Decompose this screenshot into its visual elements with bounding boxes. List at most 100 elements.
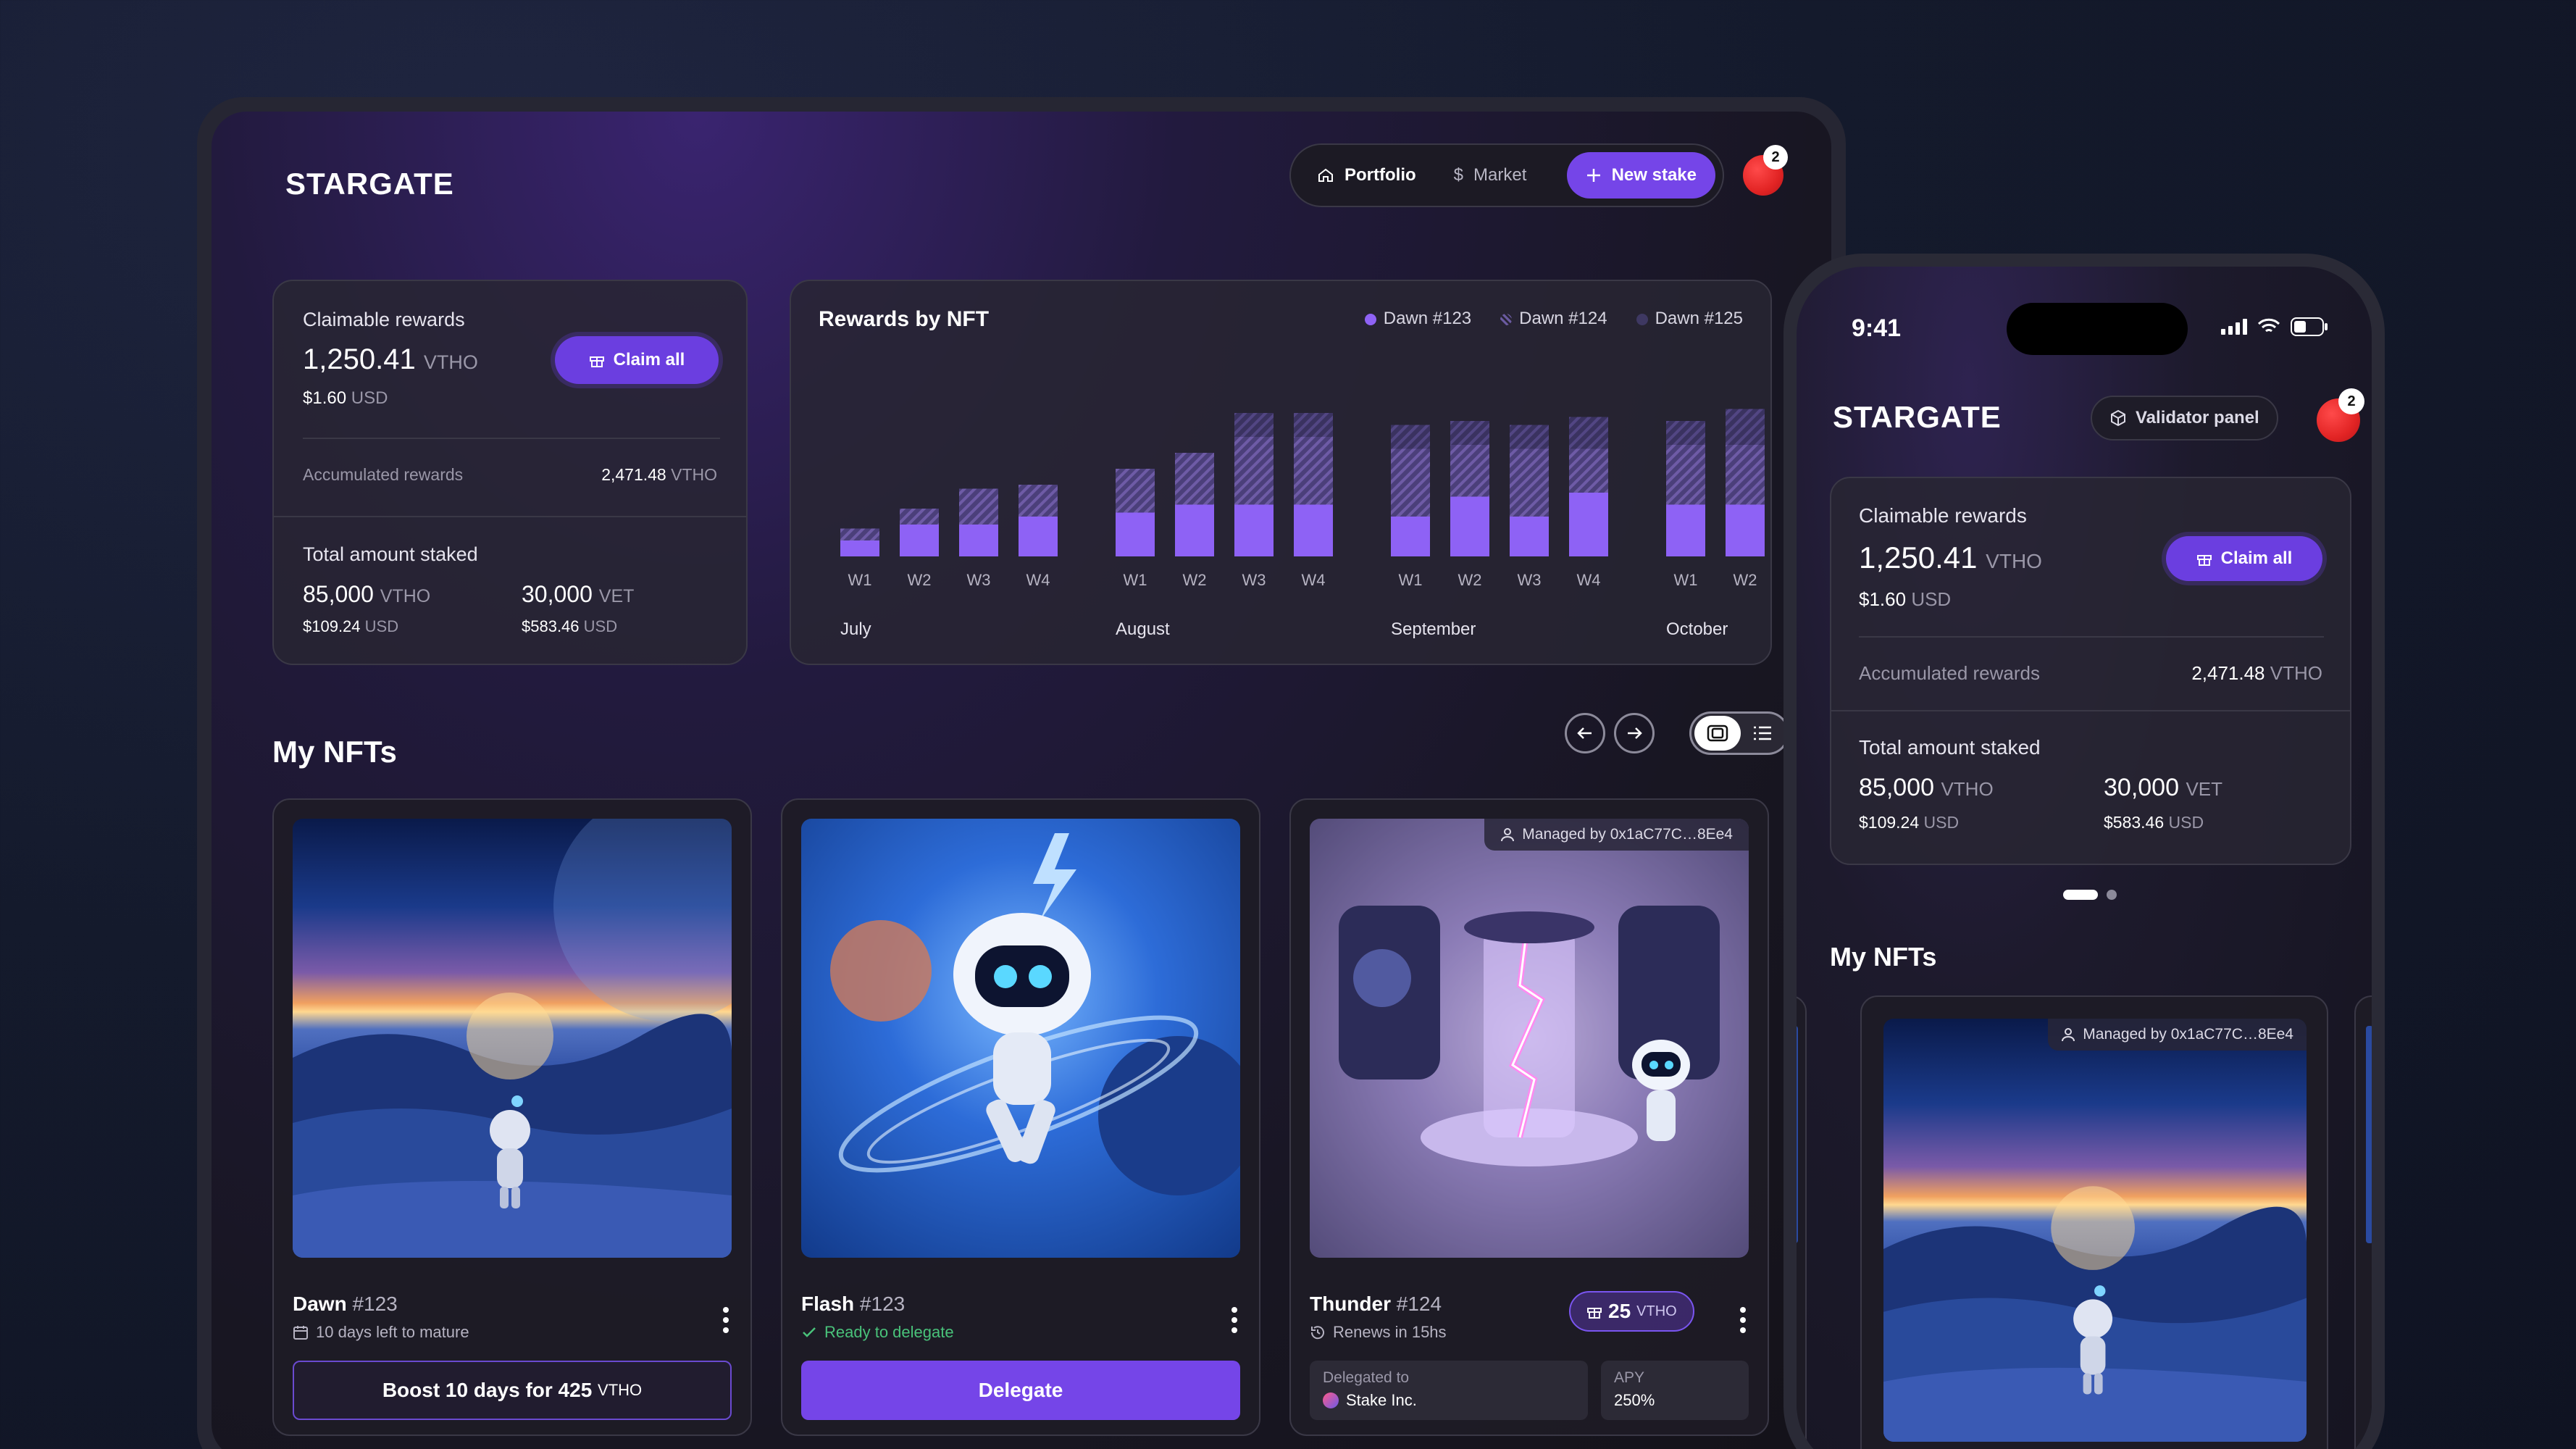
bar-dawn-123-3[interactable] [1019, 517, 1058, 556]
bar-dawn-123-8[interactable] [1391, 517, 1430, 556]
bar-dawn-125-7[interactable] [1294, 413, 1333, 437]
bar-dawn-123-7[interactable] [1294, 504, 1333, 557]
phone-nft-card[interactable]: Managed by 0x1aC77C…8Ee4 [1860, 995, 2328, 1449]
nav-market[interactable]: $ Market [1435, 152, 1546, 199]
bar-dawn-125-11[interactable] [1569, 417, 1608, 449]
list-view-option[interactable] [1741, 716, 1784, 751]
bar-dawn-123-11[interactable] [1569, 493, 1608, 556]
boost-button[interactable]: Boost 10 days for 425 VTHO [293, 1361, 732, 1420]
bar-dawn-124-2[interactable] [959, 488, 998, 525]
logo: STARGATE [1833, 400, 2002, 440]
bar-dawn-124-12[interactable] [1666, 445, 1705, 505]
bar-dawn-124-7[interactable] [1294, 437, 1333, 505]
bar-dawn-124-5[interactable] [1175, 453, 1214, 505]
managed-text: Managed by 0x1aC77C…8Ee4 [2083, 1026, 2293, 1043]
user-icon [1501, 828, 1515, 842]
gift-icon [1587, 1308, 1602, 1319]
delegate-button[interactable]: Delegate [801, 1361, 1240, 1420]
bar-dawn-125-9[interactable] [1450, 421, 1489, 445]
nft-card-flash[interactable]: Flash #123 Ready to delegate Delegate [781, 798, 1260, 1436]
nft-card-thunder[interactable]: Managed by 0x1aC77C…8Ee4 Thunder #124 Re… [1289, 798, 1769, 1436]
my-nfts-title: My NFTs [1830, 942, 1937, 972]
x-tick-label: W2 [1458, 571, 1482, 589]
bar-dawn-125-10[interactable] [1510, 425, 1549, 449]
bar-dawn-123-10[interactable] [1510, 517, 1549, 556]
claimable-usd: $1.60 USD [303, 388, 388, 409]
phone-rewards-card: Claimable rewards 1,250.41 VTHO $1.60 US… [1830, 477, 2351, 865]
staked-vtho: 85,000 VTHO [1859, 774, 1994, 802]
more-menu-button[interactable] [1231, 1307, 1237, 1333]
validator-panel-button[interactable]: Validator panel [2091, 396, 2278, 440]
bar-dawn-124-13[interactable] [1726, 445, 1765, 505]
bar-dawn-123-9[interactable] [1450, 496, 1489, 557]
logo-text: STARGATE [285, 167, 454, 201]
x-tick-label: W4 [1577, 571, 1601, 589]
divider [274, 516, 746, 517]
reward-chip[interactable]: 25 VTHO [1569, 1291, 1694, 1332]
phone-screen: 9:41 STARGATE Validator panel 2 Claimabl… [1797, 267, 2372, 1449]
more-menu-button[interactable] [1740, 1307, 1746, 1333]
bar-dawn-125-13[interactable] [1726, 409, 1765, 446]
nft-status: Renews in 15hs [1310, 1323, 1447, 1342]
bar-dawn-124-11[interactable] [1569, 448, 1608, 493]
x-tick-label: W3 [967, 571, 991, 589]
bar-dawn-123-4[interactable] [1116, 512, 1155, 557]
bar-dawn-124-1[interactable] [900, 509, 939, 525]
phone-nft-card-prev[interactable] [1797, 995, 1807, 1449]
claim-all-label: Claim all [613, 350, 685, 369]
claim-all-button[interactable]: Claim all [2166, 536, 2322, 581]
nav-portfolio[interactable]: Portfolio [1298, 152, 1435, 199]
claimable-amount: 1,250.41 VTHO [303, 343, 478, 376]
bar-dawn-123-1[interactable] [900, 525, 939, 556]
page-indicator [2063, 890, 2117, 900]
bar-dawn-123-5[interactable] [1175, 504, 1214, 557]
plus-icon [1586, 167, 1602, 183]
tablet-frame: STARGATE Portfolio $ Market New stake 2 … [197, 97, 1846, 1449]
dollar-icon: $ [1453, 165, 1464, 185]
boost-label: Boost 10 days for 425 [382, 1379, 593, 1401]
grid-view-option[interactable] [1694, 716, 1741, 751]
more-menu-button[interactable] [723, 1307, 729, 1333]
logo-text: STARGATE [1833, 400, 2002, 434]
bar-dawn-123-0[interactable] [840, 540, 879, 556]
nft-card-dawn[interactable]: Dawn #123 10 days left to mature Boost 1… [272, 798, 752, 1436]
bar-dawn-124-4[interactable] [1116, 469, 1155, 513]
dynamic-island [2007, 303, 2188, 355]
page-dot-active[interactable] [2063, 890, 2098, 900]
new-stake-button[interactable]: New stake [1566, 152, 1715, 199]
claim-all-button[interactable]: Claim all [555, 336, 719, 384]
view-toggle[interactable] [1689, 711, 1789, 755]
next-button[interactable] [1614, 713, 1655, 753]
bar-dawn-124-10[interactable] [1510, 448, 1549, 517]
rewards-chart-card: Rewards by NFT Dawn #123 Dawn #124 Dawn … [790, 280, 1772, 665]
bar-dawn-124-3[interactable] [1019, 485, 1058, 517]
nft-image-thunder: Managed by 0x1aC77C…8Ee4 [1310, 819, 1749, 1258]
nft-number: #124 [1396, 1293, 1442, 1315]
bar-dawn-124-9[interactable] [1450, 445, 1489, 497]
divider [303, 438, 720, 439]
bar-dawn-124-6[interactable] [1234, 437, 1274, 505]
bar-dawn-123-2[interactable] [959, 525, 998, 556]
delegated-label: Delegated to [1323, 1369, 1410, 1386]
month-label: August [1116, 619, 1170, 639]
bar-dawn-124-0[interactable] [840, 528, 879, 541]
gift-icon [2196, 551, 2212, 567]
prev-button[interactable] [1565, 713, 1605, 753]
apy-label: APY [1614, 1369, 1645, 1386]
claimable-amount: 1,250.41 VTHO [1859, 540, 2042, 575]
bar-dawn-123-13[interactable] [1726, 504, 1765, 557]
bar-dawn-125-12[interactable] [1666, 421, 1705, 445]
bar-dawn-123-6[interactable] [1234, 504, 1274, 557]
bar-dawn-125-6[interactable] [1234, 413, 1274, 437]
page-dot[interactable] [2107, 890, 2117, 900]
month-label: July [840, 619, 871, 639]
x-tick-label: W2 [908, 571, 932, 589]
x-tick-label: W1 [1399, 571, 1423, 589]
nft-image-edge [1797, 1026, 1798, 1243]
phone-nft-card-next[interactable] [2354, 995, 2372, 1449]
staked-title: Total amount staked [1859, 736, 2041, 759]
accumulated-value: 2,471.48 VTHO [601, 465, 717, 485]
bar-dawn-125-8[interactable] [1391, 425, 1430, 449]
bar-dawn-124-8[interactable] [1391, 448, 1430, 517]
bar-dawn-123-12[interactable] [1666, 504, 1705, 557]
